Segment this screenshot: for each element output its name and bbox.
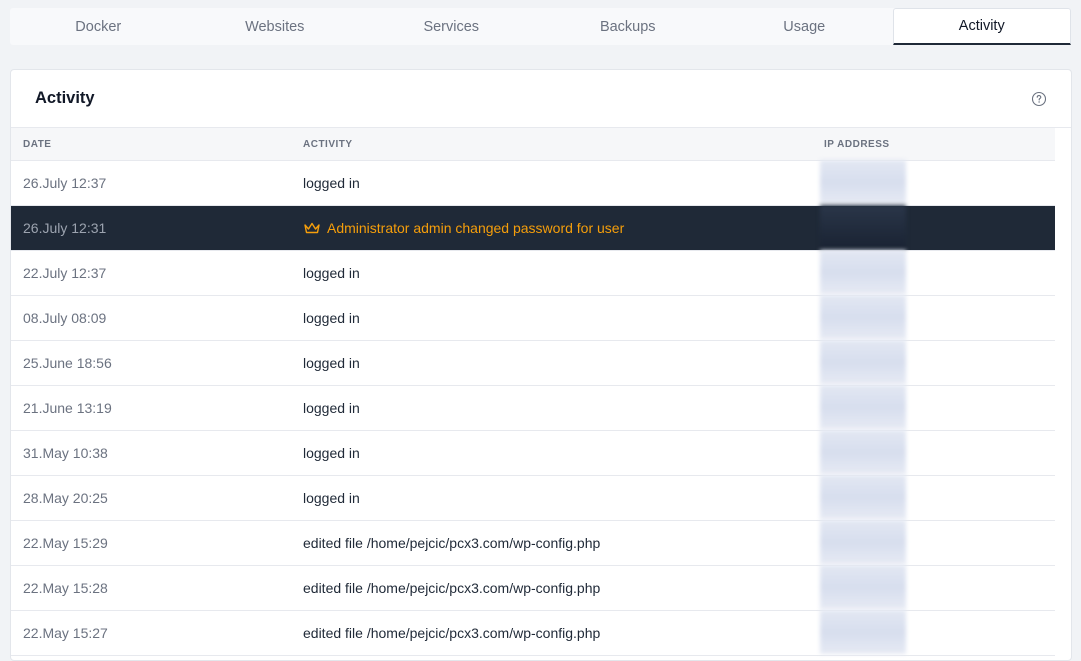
row-activity: logged in (303, 175, 360, 191)
activity-card: Activity DATE ACTIVITY IP ADDRESS 26.Jul… (10, 69, 1072, 661)
row-ip-address (812, 384, 1055, 432)
row-date: 08.July 08:09 (23, 310, 107, 326)
tab-docker[interactable]: Docker (10, 8, 187, 45)
row-ip-address (812, 519, 1055, 567)
ip-redacted (820, 609, 906, 654)
card-title: Activity (35, 89, 95, 107)
ip-redacted (820, 249, 906, 294)
row-activity: logged in (303, 265, 360, 281)
row-date: 22.July 12:37 (23, 265, 107, 281)
ip-redacted (820, 294, 906, 339)
table-row[interactable]: 25.June 18:56 logged in (11, 339, 1055, 387)
row-activity: logged in (303, 355, 360, 371)
header-date[interactable]: DATE (11, 139, 291, 150)
ip-redacted (820, 564, 906, 609)
row-ip-address (812, 204, 1055, 252)
row-activity: logged in (303, 490, 360, 506)
ip-redacted (820, 519, 906, 564)
ip-redacted (820, 339, 906, 384)
row-date: 28.May 20:25 (23, 490, 108, 506)
tab-usage[interactable]: Usage (716, 8, 893, 45)
row-date: 22.May 15:29 (23, 535, 108, 551)
question-circle-icon[interactable] (1031, 91, 1047, 107)
row-date: 25.June 18:56 (23, 355, 112, 371)
row-activity-text: Administrator admin changed password for… (327, 220, 625, 236)
ip-redacted (820, 384, 906, 429)
row-activity: logged in (303, 400, 360, 416)
ip-redacted (820, 159, 906, 204)
table-row[interactable]: 26.July 12:37 logged in (11, 159, 1055, 207)
row-ip-address (812, 294, 1055, 342)
table-row-highlighted[interactable]: 26.July 12:31 Administrator admin change… (11, 204, 1055, 252)
row-activity: edited file /home/pejcic/pcx3.com/wp-con… (303, 580, 601, 596)
ip-redacted (820, 204, 906, 249)
card-header: Activity (11, 70, 1071, 128)
row-activity: edited file /home/pejcic/pcx3.com/wp-con… (303, 535, 601, 551)
tab-websites[interactable]: Websites (187, 8, 364, 45)
tab-activity[interactable]: Activity (892, 8, 1071, 45)
crown-icon (303, 221, 321, 235)
tab-backups[interactable]: Backups (540, 8, 717, 45)
row-ip-address (812, 429, 1055, 477)
table-row[interactable]: 22.May 15:29 edited file /home/pejcic/pc… (11, 519, 1055, 567)
row-ip-address (812, 249, 1055, 297)
row-activity: logged in (303, 445, 360, 461)
row-date: 22.May 15:28 (23, 580, 108, 596)
row-date: 26.July 12:37 (23, 175, 107, 191)
tab-services[interactable]: Services (363, 8, 540, 45)
row-date: 21.June 13:19 (23, 400, 112, 416)
row-activity: edited file /home/pejcic/pcx3.com/wp-con… (303, 625, 601, 641)
table-row[interactable]: 22.May 15:27 edited file /home/pejcic/pc… (11, 609, 1055, 657)
ip-redacted (820, 474, 906, 519)
row-date: 31.May 10:38 (23, 445, 108, 461)
header-activity[interactable]: ACTIVITY (291, 139, 812, 150)
row-ip-address (812, 474, 1055, 522)
table-row[interactable]: 28.May 20:25 logged in (11, 474, 1055, 522)
row-ip-address (812, 159, 1055, 207)
row-ip-address (812, 609, 1055, 657)
row-ip-address (812, 564, 1055, 612)
row-date: 26.July 12:31 (23, 220, 107, 236)
header-ip-address[interactable]: IP ADDRESS (812, 139, 1055, 150)
table-row[interactable]: 08.July 08:09 logged in (11, 294, 1055, 342)
table-header: DATE ACTIVITY IP ADDRESS (11, 128, 1055, 161)
table-row[interactable]: 21.June 13:19 logged in (11, 384, 1055, 432)
table-row[interactable]: 22.July 12:37 logged in (11, 249, 1055, 297)
row-date: 22.May 15:27 (23, 625, 108, 641)
table-row[interactable]: 22.May 15:28 edited file /home/pejcic/pc… (11, 564, 1055, 612)
tab-bar: Docker Websites Services Backups Usage A… (10, 8, 1071, 45)
row-activity: logged in (303, 310, 360, 326)
table-row[interactable]: 31.May 10:38 logged in (11, 429, 1055, 477)
ip-redacted (820, 429, 906, 474)
row-activity-admin: Administrator admin changed password for… (291, 220, 812, 236)
activity-table: DATE ACTIVITY IP ADDRESS 26.July 12:37 l… (11, 128, 1055, 656)
row-ip-address (812, 339, 1055, 387)
